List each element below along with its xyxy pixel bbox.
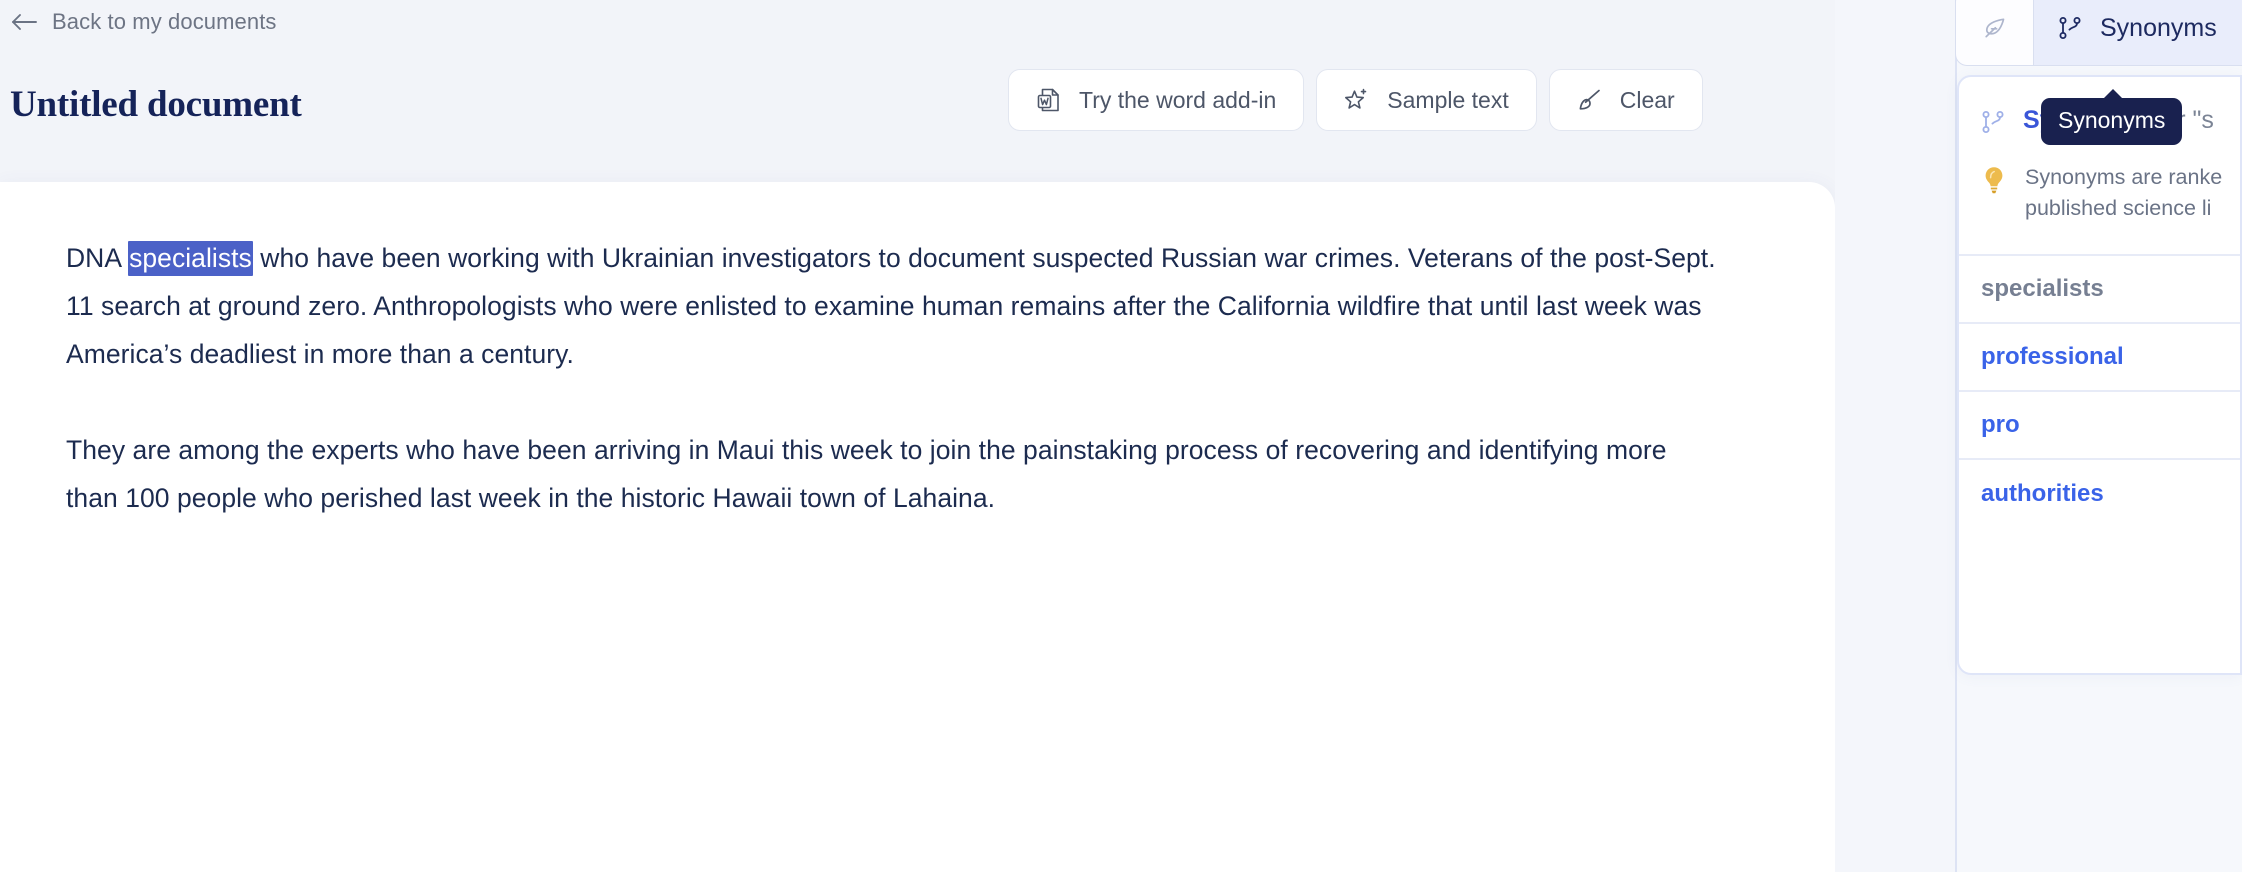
synonyms-hint: Synonyms are ranke published science li (1959, 136, 2240, 254)
branch-synonyms-icon (2059, 17, 2081, 39)
lightbulb-icon (1985, 167, 2003, 194)
synonyms-list: specialists professional pro authorities (1959, 254, 2240, 528)
try-word-addin-label: Try the word add-in (1079, 86, 1277, 113)
page-title: Untitled document (10, 84, 302, 125)
list-item[interactable]: professional (1959, 324, 2240, 392)
try-word-addin-button[interactable]: Try the word add-in (1008, 69, 1305, 131)
right-panel-tabs: Synonyms (1955, 0, 2242, 66)
app-root: Back to my documents Untitled document T… (0, 0, 2242, 872)
synonyms-panel: Synonyms for "s Synonyms are ranke publi… (1957, 75, 2242, 675)
brush-clear-icon (1579, 89, 1600, 110)
list-item[interactable]: pro (1959, 392, 2240, 460)
arrow-left-icon (12, 14, 37, 30)
word-document-icon (1037, 88, 1059, 112)
paragraph-1-after: who have been working with Ukrainian inv… (66, 243, 1716, 369)
clear-button[interactable]: Clear (1548, 69, 1703, 131)
document-text-area[interactable]: DNA specialists who have been working wi… (66, 234, 1716, 522)
branch-synonyms-icon (1982, 111, 2004, 133)
sample-text-label: Sample text (1387, 86, 1509, 113)
sample-text-button[interactable]: Sample text (1316, 69, 1537, 131)
document-paragraph-2: They are among the experts who have been… (66, 435, 1667, 513)
editor-column: Back to my documents Untitled document T… (0, 0, 1835, 872)
sparkle-star-icon (1345, 88, 1367, 109)
editor-toolbar: Try the word add-in Sample text Clear (1008, 69, 1703, 131)
selected-word[interactable]: specialists (128, 241, 253, 276)
document-canvas[interactable]: DNA specialists who have been working wi… (0, 182, 1835, 872)
back-to-documents-link[interactable]: Back to my documents (10, 8, 277, 36)
document-paragraph-1: DNA specialists who have been working wi… (66, 234, 1716, 378)
synonyms-hint-text: Synonyms are ranke published science li (2025, 165, 2223, 220)
clear-label: Clear (1619, 86, 1675, 113)
list-item: specialists (1959, 256, 2240, 324)
back-to-documents-label: Back to my documents (52, 9, 277, 34)
paragraph-1-before: DNA (66, 243, 129, 273)
tab-synonyms-label: Synonyms (2100, 13, 2217, 42)
list-item[interactable]: authorities (1959, 460, 2240, 528)
tab-writing-assistant[interactable] (1955, 0, 2033, 66)
feather-quill-icon (1984, 18, 2004, 38)
tab-synonyms[interactable]: Synonyms (2033, 0, 2242, 66)
synonyms-tooltip: Synonyms (2041, 89, 2183, 145)
